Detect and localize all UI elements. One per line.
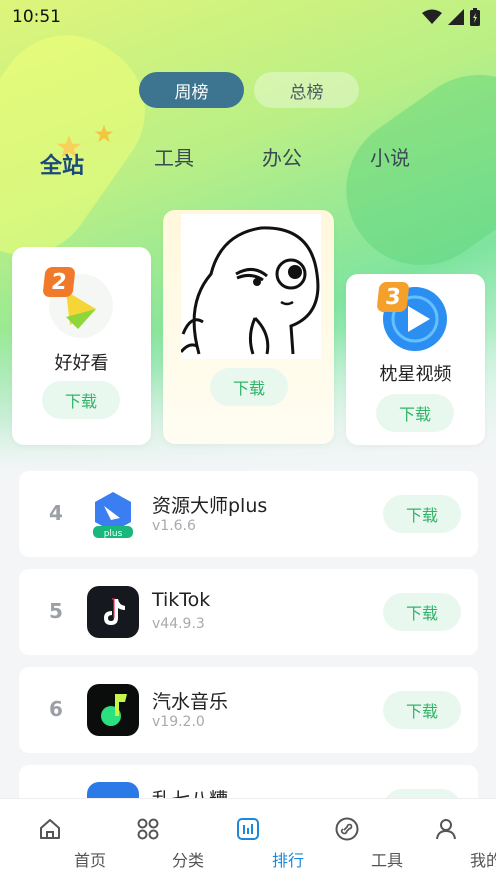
app-name: 资源大师plus (152, 495, 268, 517)
total-ranking-button[interactable]: 总榜 (254, 72, 359, 108)
app-icon (87, 586, 139, 638)
download-button[interactable]: 下载 (383, 691, 461, 729)
bar-chart-icon (237, 818, 259, 840)
rank-number: 4 (49, 501, 63, 525)
list-item[interactable]: 4 plus 资源大师plus v1.6.6 下载 (19, 471, 478, 557)
resource-master-icon: plus (87, 488, 139, 540)
signal-icon (448, 9, 464, 25)
svg-text:plus: plus (104, 529, 123, 539)
rank-badge: 2 (42, 267, 76, 297)
podium-card-rank-3[interactable]: 3 枕星视频 下载 (346, 274, 485, 445)
app-screen: 10:51 周榜 总榜 全站 工具 办公 小说 2 好好看 下载 下载 3 枕星… (0, 0, 496, 882)
home-icon (40, 819, 60, 839)
bottom-navigation: 首页 分类 排行 工具 我的 (0, 798, 496, 882)
app-name: TikTok (152, 589, 211, 611)
download-button[interactable]: 下载 (383, 593, 461, 631)
download-button[interactable]: 下载 (376, 394, 454, 432)
download-button[interactable]: 下载 (383, 495, 461, 533)
status-icons (422, 8, 480, 26)
podium-card-rank-1[interactable]: 下载 (163, 210, 334, 444)
podium-card-rank-2[interactable]: 2 好好看 下载 (12, 247, 151, 445)
tab-tools[interactable]: 工具 (154, 142, 194, 171)
app-name: 汽水音乐 (152, 691, 229, 713)
tab-novel[interactable]: 小说 (370, 142, 410, 171)
app-icon (179, 214, 321, 359)
app-icon (87, 684, 139, 736)
music-note-icon (87, 684, 139, 736)
tab-office[interactable]: 办公 (262, 142, 302, 171)
nav-label: 我的 (469, 851, 496, 870)
app-version: v1.6.6 (152, 518, 196, 534)
app-name: 好好看 (54, 353, 109, 374)
app-version: v19.2.0 (152, 714, 205, 730)
nav-category[interactable]: 分类 (108, 799, 204, 882)
wifi-icon (422, 9, 442, 24)
list-item[interactable]: 6 汽水音乐 v19.2.0 下载 (19, 667, 478, 753)
rank-number: 6 (49, 697, 63, 721)
download-button[interactable]: 下载 (42, 381, 120, 419)
nav-tools[interactable]: 工具 (307, 799, 403, 882)
user-icon (436, 819, 456, 840)
tiktok-icon (87, 586, 139, 638)
grid-icon (137, 818, 159, 840)
app-version: v44.9.3 (152, 616, 205, 632)
meme-face-icon (179, 214, 321, 359)
rank-number: 5 (49, 599, 63, 623)
ranking-toggle: 周榜 总榜 (139, 72, 359, 108)
app-name: 枕星视频 (379, 364, 452, 385)
download-button[interactable]: 下载 (210, 368, 288, 406)
star-icon (94, 124, 114, 143)
rank-badge: 3 (376, 282, 410, 312)
weekly-ranking-button[interactable]: 周榜 (139, 72, 244, 108)
battery-icon (470, 8, 480, 26)
app-icon: plus (87, 488, 139, 540)
nav-profile[interactable]: 我的 (406, 799, 496, 882)
nav-home[interactable]: 首页 (10, 799, 106, 882)
nav-ranking[interactable]: 排行 (208, 799, 304, 882)
category-tabs: 全站 工具 办公 小说 (0, 124, 496, 180)
list-item[interactable]: 5 TikTok v44.9.3 下载 (19, 569, 478, 655)
status-bar: 10:51 (0, 0, 496, 34)
tab-all[interactable]: 全站 (40, 148, 84, 180)
link-icon (335, 817, 359, 841)
status-time: 10:51 (12, 7, 61, 27)
